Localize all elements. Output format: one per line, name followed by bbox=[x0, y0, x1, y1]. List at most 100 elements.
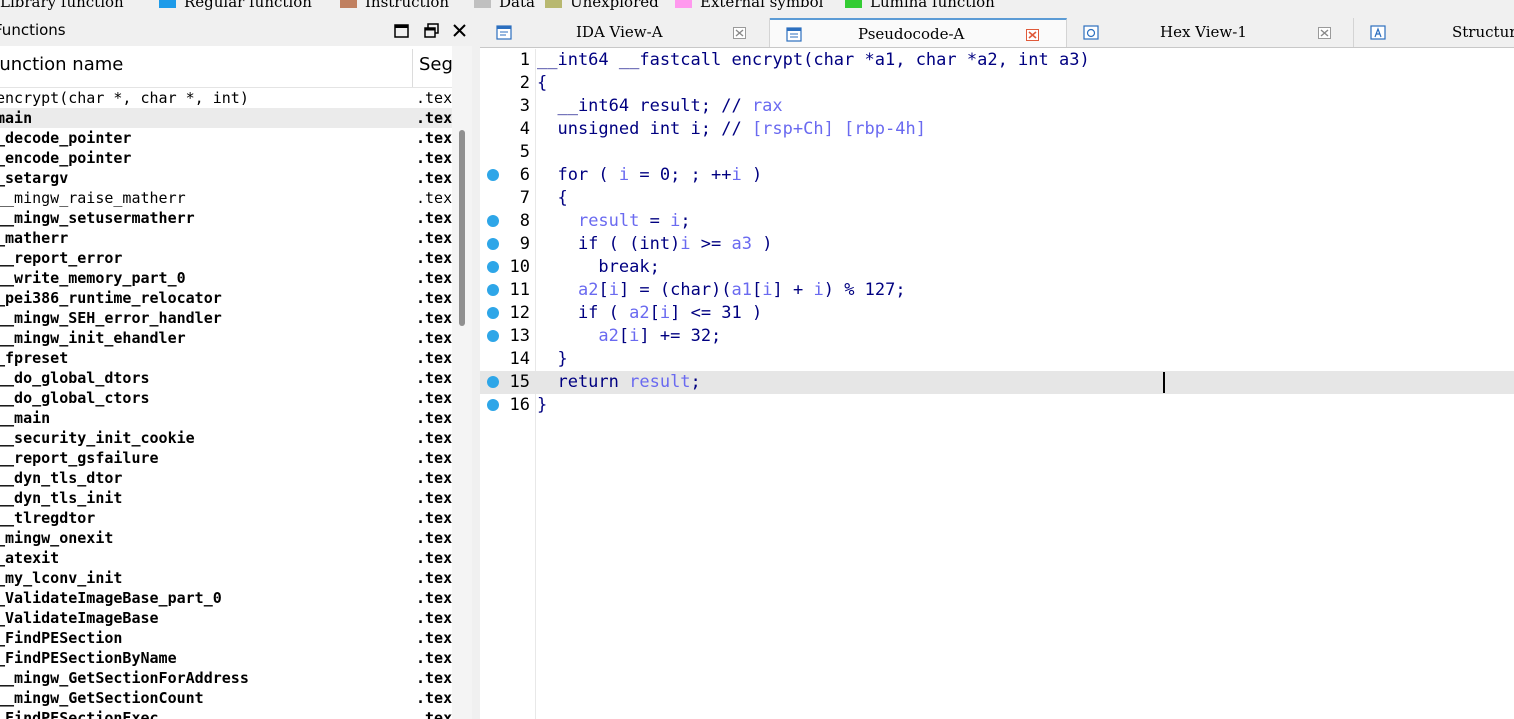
legend-swatch bbox=[159, 0, 176, 8]
function-row[interactable]: _setargv .text bbox=[0, 168, 452, 188]
function-name: _FindPESectionByName bbox=[0, 649, 177, 667]
function-row[interactable]: _ValidateImageBase .text bbox=[0, 608, 452, 628]
code-line[interactable]: 1 __int64 __fastcall encrypt(char *a1, ch… bbox=[480, 49, 1514, 72]
code-line[interactable]: 4 unsigned int i; // [rsp+Ch] [rbp-4h] bbox=[480, 118, 1514, 141]
tab-structures[interactable]: Structures bbox=[1354, 18, 1514, 47]
code-text: { bbox=[537, 188, 567, 208]
maximize-icon[interactable] bbox=[392, 21, 412, 41]
function-row[interactable]: __report_gsfailure .text bbox=[0, 448, 452, 468]
line-number: 4 bbox=[519, 119, 530, 139]
breakpoint-dot-icon[interactable] bbox=[487, 376, 499, 388]
hex-view-icon bbox=[1083, 25, 1099, 40]
function-row[interactable]: __mingw_GetSectionForAddress .text bbox=[0, 668, 452, 688]
function-row[interactable]: __report_error .text bbox=[0, 248, 452, 268]
function-name: _fpreset bbox=[0, 349, 69, 367]
line-number: 16 bbox=[509, 395, 530, 415]
code-line[interactable]: 11 a2[i] = (char)(a1[i] + i) % 127; bbox=[480, 279, 1514, 302]
code-line[interactable]: 2{ bbox=[480, 72, 1514, 95]
column-separator[interactable] bbox=[412, 49, 413, 87]
function-row[interactable]: __write_memory_part_0 .text bbox=[0, 268, 452, 288]
code-text: { bbox=[537, 73, 547, 93]
code-line[interactable]: 14 } bbox=[480, 348, 1514, 371]
code-line[interactable]: 9 if ( (int)i >= a3 ) bbox=[480, 233, 1514, 256]
legend-item: Library function bbox=[0, 0, 124, 11]
function-row[interactable]: main .text bbox=[0, 108, 452, 128]
tab-hex-view-1[interactable]: Hex View-1 bbox=[1067, 18, 1354, 47]
function-row[interactable]: __mingw_init_ehandler .text bbox=[0, 328, 452, 348]
line-number: 15 bbox=[509, 372, 530, 392]
code-line[interactable]: 5 bbox=[480, 141, 1514, 164]
function-name: __mingw_init_ehandler bbox=[0, 329, 186, 347]
code-text: break; bbox=[537, 257, 659, 277]
breakpoint-dot-icon[interactable] bbox=[487, 399, 499, 411]
tab-close-icon[interactable] bbox=[1318, 27, 1331, 39]
code-text: for ( i = 0; ; ++i ) bbox=[537, 165, 762, 185]
breakpoint-dot-icon[interactable] bbox=[487, 307, 499, 319]
column-function-name[interactable]: Function name bbox=[0, 54, 123, 75]
breakpoint-dot-icon[interactable] bbox=[487, 238, 499, 250]
function-row[interactable]: _fpreset .text bbox=[0, 348, 452, 368]
functions-scrollbar[interactable] bbox=[452, 46, 472, 719]
function-row[interactable]: _atexit .text bbox=[0, 548, 452, 568]
function-row[interactable]: __dyn_tls_init .text bbox=[0, 488, 452, 508]
function-row[interactable]: __tlregdtor .text bbox=[0, 508, 452, 528]
function-row[interactable]: encrypt(char *, char *, int) .text bbox=[0, 88, 452, 108]
function-segment: .text bbox=[416, 389, 452, 407]
function-row[interactable]: __mingw_GetSectionCount .text bbox=[0, 688, 452, 708]
breakpoint-dot-icon[interactable] bbox=[487, 330, 499, 342]
function-row[interactable]: __security_init_cookie .text bbox=[0, 428, 452, 448]
function-color-legend: Library function Regular function Instruct… bbox=[0, 0, 1514, 18]
function-row[interactable]: __mingw_raise_matherr .text bbox=[0, 188, 452, 208]
pseudocode-view[interactable]: 1 __int64 __fastcall encrypt(char *a1, ch… bbox=[480, 49, 1514, 719]
function-row[interactable]: _FindPESectionByName .text bbox=[0, 648, 452, 668]
float-window-icon[interactable] bbox=[422, 21, 442, 41]
function-row[interactable]: __mingw_setusermatherr .text bbox=[0, 208, 452, 228]
code-line[interactable]: 12 if ( a2[i] <= 31 ) bbox=[480, 302, 1514, 325]
code-line[interactable]: 6 for ( i = 0; ; ++i ) bbox=[480, 164, 1514, 187]
function-name: __dyn_tls_init bbox=[0, 489, 123, 507]
tab-label: Hex View-1 bbox=[1160, 23, 1247, 41]
function-segment: .text bbox=[416, 489, 452, 507]
code-line[interactable]: 8 result = i; bbox=[480, 210, 1514, 233]
column-segment[interactable]: Segment bbox=[419, 54, 452, 75]
function-row[interactable]: __do_global_ctors .text bbox=[0, 388, 452, 408]
function-row[interactable]: __mingw_SEH_error_handler .text bbox=[0, 308, 452, 328]
tab-ida-view-a[interactable]: IDA View-A bbox=[480, 18, 770, 47]
function-row[interactable]: _ValidateImageBase_part_0 .text bbox=[0, 588, 452, 608]
function-name: __dyn_tls_dtor bbox=[0, 469, 123, 487]
close-icon[interactable] bbox=[450, 21, 470, 41]
function-row[interactable]: __do_global_dtors .text bbox=[0, 368, 452, 388]
panel-splitter[interactable] bbox=[472, 18, 480, 719]
code-line[interactable]: 7 { bbox=[480, 187, 1514, 210]
function-row[interactable]: _my_lconv_init .text bbox=[0, 568, 452, 588]
tab-pseudocode-a[interactable]: Pseudocode-A bbox=[770, 18, 1067, 47]
breakpoint-dot-icon[interactable] bbox=[487, 284, 499, 296]
function-row[interactable]: _decode_pointer .text bbox=[0, 128, 452, 148]
code-line[interactable]: 13 a2[i] += 32; bbox=[480, 325, 1514, 348]
function-row[interactable]: __main .text bbox=[0, 408, 452, 428]
function-row[interactable]: __dyn_tls_dtor .text bbox=[0, 468, 452, 488]
code-token: unsigned int i; // bbox=[537, 119, 752, 139]
functions-scrollbar-thumb[interactable] bbox=[459, 130, 465, 326]
code-line[interactable]: 15 return result; bbox=[480, 371, 1514, 394]
function-row[interactable]: _mingw_onexit .text bbox=[0, 528, 452, 548]
breakpoint-dot-icon[interactable] bbox=[487, 169, 499, 181]
function-row[interactable]: _matherr .text bbox=[0, 228, 452, 248]
function-row[interactable]: _FindPESectionExec .text bbox=[0, 708, 452, 719]
code-line[interactable]: 16} bbox=[480, 394, 1514, 417]
breakpoint-dot-icon[interactable] bbox=[487, 215, 499, 227]
tab-close-icon[interactable] bbox=[1026, 29, 1039, 41]
breakpoint-dot-icon[interactable] bbox=[487, 261, 499, 273]
code-token: ; bbox=[680, 211, 691, 231]
function-row[interactable]: _FindPESection .text bbox=[0, 628, 452, 648]
function-name: encrypt(char *, char *, int) bbox=[0, 89, 249, 107]
tab-close-icon[interactable] bbox=[733, 27, 746, 39]
function-row[interactable]: _pei386_runtime_relocator .text bbox=[0, 288, 452, 308]
function-segment: .text bbox=[416, 129, 452, 147]
code-line[interactable]: 3 __int64 result; // rax bbox=[480, 95, 1514, 118]
function-row[interactable]: _encode_pointer .text bbox=[0, 148, 452, 168]
code-token: ] + bbox=[772, 280, 814, 300]
code-token: ) % 127; bbox=[823, 280, 906, 300]
function-name: _matherr bbox=[0, 229, 69, 247]
code-line[interactable]: 10 break; bbox=[480, 256, 1514, 279]
